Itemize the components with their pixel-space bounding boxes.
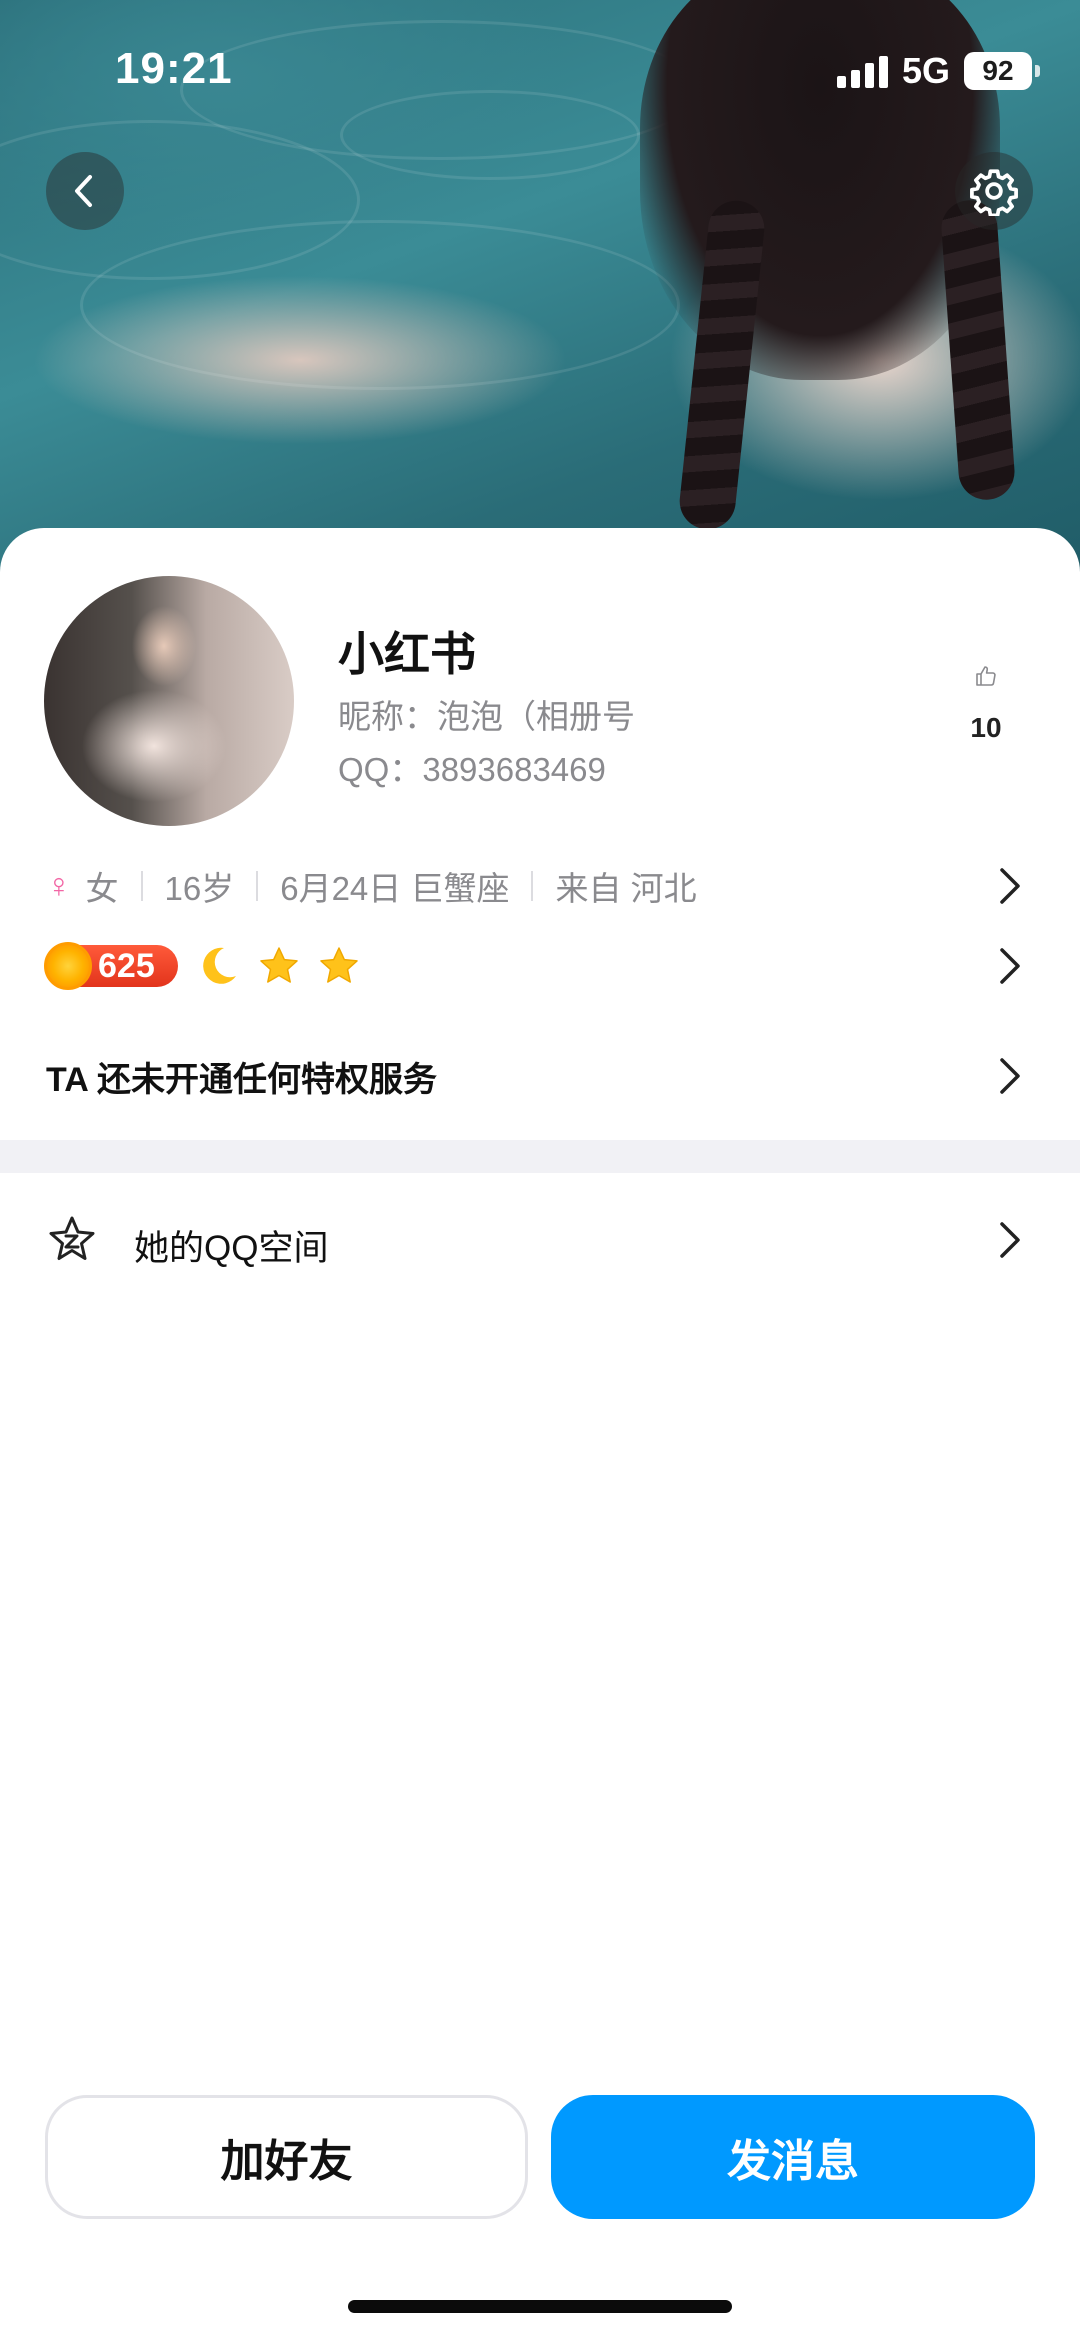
divider bbox=[531, 871, 534, 901]
chevron-right-icon[interactable] bbox=[996, 862, 1024, 910]
star-icon bbox=[260, 947, 298, 983]
profile-name: 小红书 bbox=[338, 628, 476, 680]
divider bbox=[256, 871, 259, 901]
profile-page: 19:21 5G 92 小红书 昵称：泡泡（相册号 QQ：3893683469 … bbox=[0, 0, 1080, 2337]
gear-icon bbox=[970, 169, 1018, 216]
home-indicator[interactable] bbox=[348, 2300, 732, 2313]
add-friend-button[interactable]: 加好友 bbox=[45, 2095, 528, 2219]
back-icon bbox=[75, 175, 92, 207]
gender: 女 bbox=[85, 870, 119, 907]
privilege-services-row[interactable]: TA 还未开通任何特权服务 bbox=[46, 1052, 437, 1101]
profile-qq-number[interactable]: QQ：3893683469 bbox=[338, 743, 606, 791]
location: 来自 河北 bbox=[555, 870, 697, 907]
birthday-zodiac: 6月24日 巨蟹座 bbox=[280, 870, 510, 907]
qzone-star-icon bbox=[49, 1216, 95, 1260]
chevron-right-icon[interactable] bbox=[996, 1052, 1024, 1100]
like-button[interactable] bbox=[963, 664, 1009, 693]
level-badges-row[interactable]: 625 bbox=[44, 942, 360, 990]
signal-icon bbox=[836, 54, 888, 88]
chevron-right-icon[interactable] bbox=[996, 1216, 1024, 1264]
network-type: 5G bbox=[901, 50, 950, 91]
send-message-button[interactable]: 发消息 bbox=[551, 2095, 1035, 2219]
profile-nickname: 昵称：泡泡（相册号 bbox=[338, 698, 635, 735]
chevron-right-icon[interactable] bbox=[996, 942, 1024, 990]
like-count: 10 bbox=[970, 712, 1002, 743]
sun-icon bbox=[44, 942, 92, 990]
section-divider bbox=[0, 1140, 1080, 1173]
back-button[interactable] bbox=[46, 152, 124, 230]
level-number: 625 bbox=[98, 947, 155, 985]
status-indicators: 5G 92 bbox=[836, 50, 1040, 92]
avatar[interactable] bbox=[44, 576, 294, 826]
divider bbox=[140, 871, 143, 901]
moon-icon bbox=[203, 947, 236, 984]
status-time: 19:21 bbox=[115, 44, 233, 93]
battery-level: 92 bbox=[982, 55, 1014, 86]
qzone-link[interactable]: 她的QQ空间 bbox=[134, 1220, 328, 1271]
age: 16岁 bbox=[164, 870, 235, 907]
star-icon bbox=[320, 947, 358, 983]
profile-info-row[interactable]: ♀ 女 16岁 6月24日 巨蟹座 来自 河北 bbox=[46, 862, 697, 910]
female-icon: ♀ bbox=[46, 866, 72, 905]
thumbs-up-icon bbox=[976, 666, 996, 686]
settings-button[interactable] bbox=[955, 152, 1033, 230]
battery-icon: 92 bbox=[964, 52, 1040, 90]
qq-level-badge: 625 bbox=[44, 942, 178, 990]
